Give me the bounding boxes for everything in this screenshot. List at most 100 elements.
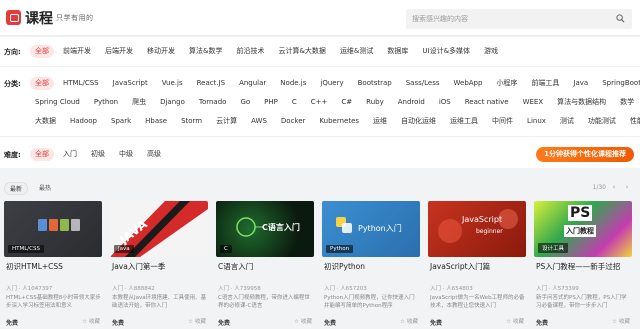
direction-option[interactable]: 云计算&大数据 xyxy=(273,45,330,58)
category-option[interactable]: Tornado xyxy=(194,96,232,109)
category-option[interactable]: 算法与数据结构 xyxy=(552,96,611,109)
difficulty-option[interactable]: 高级 xyxy=(142,148,166,161)
search-icon[interactable] xyxy=(616,14,625,23)
category-option[interactable]: SpringBoot xyxy=(597,77,640,90)
category-option[interactable]: 性能测试 xyxy=(625,115,640,128)
category-option[interactable]: HTML/CSS xyxy=(58,77,104,90)
thumb-subtitle: beginner xyxy=(476,228,503,235)
difficulty-option[interactable]: 全部 xyxy=(30,148,54,161)
favorite-button[interactable]: ☆ 收藏 xyxy=(612,317,630,325)
category-option[interactable]: JavaScript xyxy=(108,77,153,90)
favorite-button[interactable]: ☆ 收藏 xyxy=(506,317,524,325)
brand-title[interactable]: 课程 xyxy=(25,8,53,28)
direction-option[interactable]: 移动开发 xyxy=(142,45,180,58)
category-option[interactable]: Vue.js xyxy=(157,77,188,90)
course-title[interactable]: 初识Python xyxy=(324,261,365,272)
category-option[interactable]: C++ xyxy=(306,96,333,109)
category-option[interactable]: Ruby xyxy=(361,96,389,109)
direction-option[interactable]: 前沿技术 xyxy=(231,45,269,58)
direction-option[interactable]: 后端开发 xyxy=(100,45,138,58)
course-thumbnail[interactable]: JavaScript beginner xyxy=(428,201,526,257)
category-option[interactable]: 大数据 xyxy=(30,115,61,128)
category-option[interactable]: 中间件 xyxy=(487,115,518,128)
category-option[interactable]: iOS xyxy=(434,96,456,109)
favorite-button[interactable]: ☆ 收藏 xyxy=(294,317,312,325)
course-card[interactable]: PS 入门教程 设计工具 PS入门教程——新手过招 入门 · 人573399 新… xyxy=(534,201,632,329)
course-thumbnail[interactable]: HTML/CSS xyxy=(4,201,102,257)
category-option[interactable]: 前端工具 xyxy=(526,77,564,90)
category-option[interactable]: Java xyxy=(568,77,593,90)
category-option[interactable]: Kubernetes xyxy=(314,115,364,128)
category-option[interactable]: 数学 xyxy=(615,96,639,109)
course-card[interactable]: HTML/CSS 初识HTML+CSS 入门 · 人1047397 HTML+C… xyxy=(4,201,102,329)
category-option[interactable]: React.JS xyxy=(192,77,230,90)
category-option[interactable]: jQuery xyxy=(315,77,348,90)
course-card[interactable]: JAVA Java Java入门第一季 入门 · 人888842 本教程从Jav… xyxy=(110,201,208,329)
course-thumbnail[interactable]: C语言入门 C xyxy=(216,201,314,257)
direction-option[interactable]: 前端开发 xyxy=(58,45,96,58)
category-option[interactable]: 功能测试 xyxy=(583,115,621,128)
course-title[interactable]: JavaScript入门篇 xyxy=(430,261,490,272)
direction-option[interactable]: 游戏 xyxy=(479,45,503,58)
category-option[interactable]: WebApp xyxy=(449,77,488,90)
course-title[interactable]: PS入门教程——新手过招 xyxy=(536,261,620,272)
course-title[interactable]: Java入门第一季 xyxy=(112,261,165,272)
course-card[interactable]: JavaScript beginner JavaScript入门篇 入门 · 人… xyxy=(428,201,526,329)
category-option[interactable]: Bootstrap xyxy=(353,77,397,90)
favorite-button[interactable]: ☆ 收藏 xyxy=(188,317,206,325)
direction-option[interactable]: 数据库 xyxy=(382,45,413,58)
course-thumbnail[interactable]: JAVA Java xyxy=(110,201,208,257)
difficulty-option[interactable]: 入门 xyxy=(58,148,82,161)
category-option[interactable]: Node.js xyxy=(275,77,311,90)
category-option[interactable]: Go xyxy=(235,96,255,109)
direction-option[interactable]: UI设计&多媒体 xyxy=(417,45,475,58)
category-option[interactable]: 自动化运维 xyxy=(396,115,441,128)
course-title[interactable]: C语言入门 xyxy=(218,261,253,272)
category-option[interactable]: C xyxy=(287,96,302,109)
favorite-button[interactable]: ☆ 收藏 xyxy=(400,317,418,325)
next-page-button[interactable]: › xyxy=(622,182,632,192)
logo-icon[interactable] xyxy=(6,10,21,25)
category-option[interactable]: 爬虫 xyxy=(127,96,151,109)
category-option[interactable]: Sass/Less xyxy=(401,77,445,90)
category-option[interactable]: Hbase xyxy=(140,115,172,128)
category-option[interactable]: Spark xyxy=(106,115,136,128)
category-option[interactable]: Docker xyxy=(276,115,311,128)
search-input[interactable] xyxy=(412,13,602,25)
category-option[interactable]: 测试 xyxy=(555,115,579,128)
recommend-button[interactable]: 1分钟获得个性化课程推荐 xyxy=(536,147,634,162)
category-option[interactable]: WEEX xyxy=(518,96,549,109)
course-card[interactable]: Python入门 Python 初识Python 入门 · 人657203 Py… xyxy=(322,201,420,329)
sort-tab-hottest[interactable]: 最热 xyxy=(34,182,56,193)
category-option[interactable]: PHP xyxy=(259,96,283,109)
category-option[interactable]: 运维 xyxy=(368,115,392,128)
category-option[interactable]: Android xyxy=(393,96,430,109)
direction-option[interactable]: 运维&测试 xyxy=(335,45,378,58)
category-option[interactable]: Django xyxy=(155,96,190,109)
category-option[interactable]: Storm xyxy=(176,115,207,128)
direction-option[interactable]: 算法&数学 xyxy=(184,45,227,58)
category-option[interactable]: React native xyxy=(460,96,514,109)
category-option[interactable]: Angular xyxy=(234,77,271,90)
category-option[interactable]: 全部 xyxy=(30,77,54,90)
course-thumbnail[interactable]: PS 入门教程 设计工具 xyxy=(534,201,632,257)
category-option[interactable]: C# xyxy=(336,96,357,109)
difficulty-option[interactable]: 中级 xyxy=(114,148,138,161)
category-option[interactable]: Linux xyxy=(522,115,551,128)
category-option[interactable]: 运维工具 xyxy=(445,115,483,128)
difficulty-option[interactable]: 初级 xyxy=(86,148,110,161)
category-option[interactable]: Python xyxy=(89,96,123,109)
sort-tab-newest[interactable]: 最新 xyxy=(4,182,29,195)
favorite-button[interactable]: ☆ 收藏 xyxy=(82,317,100,325)
category-option[interactable]: Hadoop xyxy=(65,115,102,128)
category-option[interactable]: Spring Cloud xyxy=(30,96,85,109)
category-option[interactable]: AWS xyxy=(246,115,272,128)
direction-option[interactable]: 全部 xyxy=(30,45,54,58)
category-row-1: 分类: 全部 HTML/CSS JavaScript Vue.js React.JS An… xyxy=(0,77,640,90)
course-thumbnail[interactable]: Python入门 Python xyxy=(322,201,420,257)
prev-page-button[interactable]: ‹ xyxy=(609,182,619,192)
course-title[interactable]: 初识HTML+CSS xyxy=(6,261,63,272)
category-option[interactable]: 云计算 xyxy=(211,115,242,128)
category-option[interactable]: 小程序 xyxy=(491,77,522,90)
course-card[interactable]: C语言入门 C C语言入门 入门 · 人739958 C语言入门视频教程，带你进… xyxy=(216,201,314,329)
